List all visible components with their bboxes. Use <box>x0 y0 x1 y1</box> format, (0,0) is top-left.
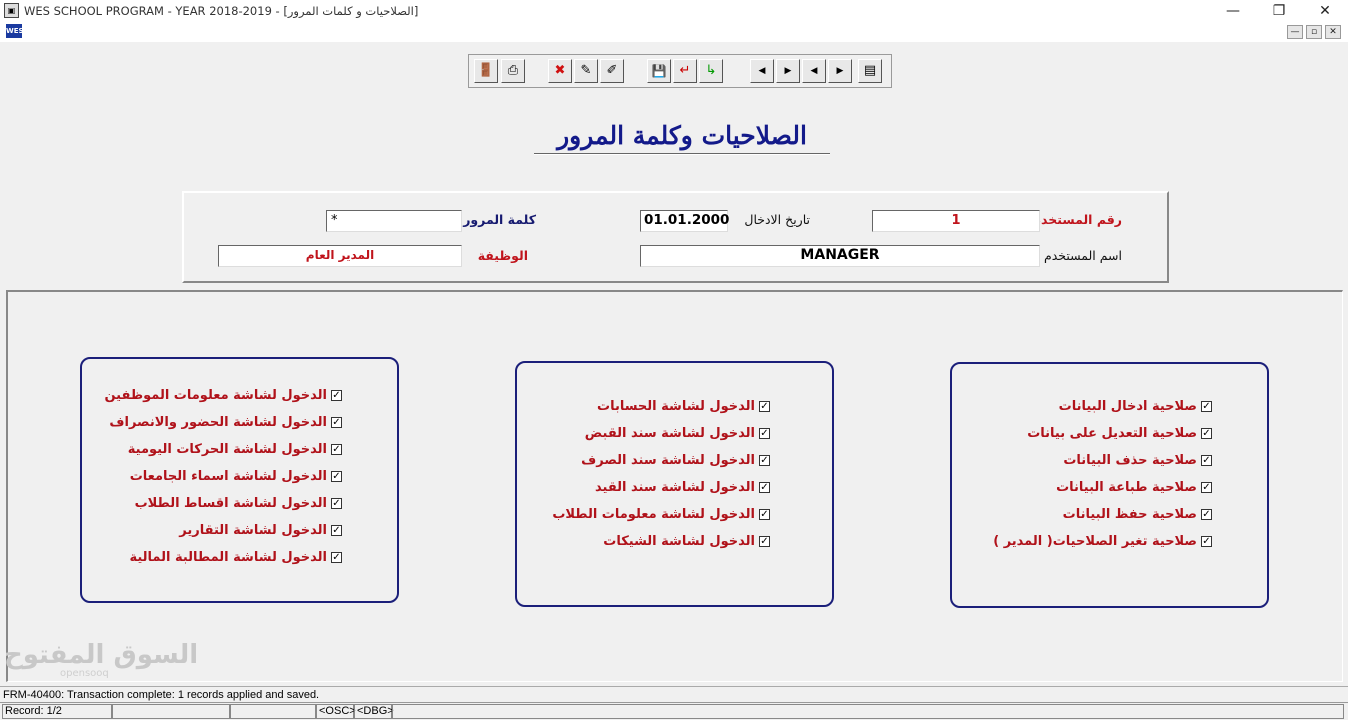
job-label: الوظيفة <box>477 248 528 263</box>
cancel-record-icon[interactable]: ↵ <box>673 59 697 83</box>
edit-icon[interactable]: ✎ <box>574 59 598 83</box>
save-icon[interactable]: 💾 <box>647 59 671 83</box>
checkbox-checked-icon[interactable]: ✓ <box>759 509 770 520</box>
user-number-field[interactable]: 1 <box>872 210 1040 232</box>
permission-change-permissions[interactable]: ✓صلاحية تغير الصلاحيات( المدير ) <box>962 533 1212 551</box>
mdi-close-button[interactable]: ✕ <box>1325 25 1341 39</box>
user-name-field[interactable]: MANAGER <box>640 245 1040 267</box>
osc-indicator: <OSC> <box>316 704 356 719</box>
checkbox-checked-icon[interactable]: ✓ <box>759 401 770 412</box>
entry-date-label: تاريخ الادخال <box>744 212 810 227</box>
checkbox-checked-icon[interactable]: ✓ <box>331 471 342 482</box>
checkbox-checked-icon[interactable]: ✓ <box>331 390 342 401</box>
query-icon[interactable]: ✐ <box>600 59 624 83</box>
record-indicator: Record: 1/2 <box>2 704 112 719</box>
access-daily-transactions-screen[interactable]: ✓الدخول لشاشة الحركات اليومية <box>100 441 342 459</box>
checkbox-checked-icon[interactable]: ✓ <box>1201 401 1212 412</box>
minimize-button[interactable]: — <box>1210 0 1256 22</box>
dbg-indicator: <DBG> <box>354 704 394 719</box>
access-financial-claim-screen[interactable]: ✓الدخول لشاشة المطالبة المالية <box>100 549 342 567</box>
user-number-label: رقم المستخدم <box>1031 212 1122 227</box>
status-cell-empty-2 <box>230 704 316 719</box>
exit-door-icon[interactable]: 🚪 <box>474 59 498 83</box>
access-payment-voucher-screen[interactable]: ✓الدخول لشاشة سند الصرف <box>530 452 770 470</box>
watermark-subtext: opensooq <box>60 668 109 679</box>
delete-icon[interactable]: ✖ <box>548 59 572 83</box>
document-icon: WES <box>6 24 24 38</box>
permission-delete[interactable]: ✓صلاحية حذف البيانات <box>962 452 1212 470</box>
admin-screens-list: ✓الدخول لشاشة معلومات الموظفين ✓الدخول ل… <box>100 387 342 567</box>
checkbox-checked-icon[interactable]: ✓ <box>759 536 770 547</box>
checkbox-checked-icon[interactable]: ✓ <box>331 552 342 563</box>
permission-print[interactable]: ✓صلاحية طباعة البيانات <box>962 479 1212 497</box>
add-record-icon[interactable]: ↳ <box>699 59 723 83</box>
checkbox-checked-icon[interactable]: ✓ <box>759 428 770 439</box>
toolbar: 🚪 ⎙ ✖ ✎ ✐ 💾 ↵ ↳ ◀ ▶ ◀ ▶ ▤ <box>468 54 892 88</box>
mdi-restore-button[interactable]: ▫ <box>1306 25 1322 39</box>
title-underline <box>534 153 830 155</box>
window-title: WES SCHOOL PROGRAM - YEAR 2018-2019 - [ا… <box>24 4 419 18</box>
checkbox-checked-icon[interactable]: ✓ <box>1201 428 1212 439</box>
access-journal-voucher-screen[interactable]: ✓الدخول لشاشة سند القيد <box>530 479 770 497</box>
page-title: الصلاحيات وكلمة المرور <box>557 121 807 150</box>
data-permissions-list: ✓صلاحية ادخال البيانات ✓صلاحية التعديل ع… <box>962 398 1212 551</box>
permission-insert[interactable]: ✓صلاحية ادخال البيانات <box>962 398 1212 416</box>
access-student-info-screen[interactable]: ✓الدخول لشاشة معلومات الطلاب <box>530 506 770 524</box>
permission-save[interactable]: ✓صلاحية حفظ البيانات <box>962 506 1212 524</box>
checkbox-checked-icon[interactable]: ✓ <box>331 525 342 536</box>
checkbox-checked-icon[interactable]: ✓ <box>759 482 770 493</box>
app-icon: ▣ <box>4 3 19 18</box>
first-record-icon[interactable]: ◀ <box>750 59 774 83</box>
access-accounts-screen[interactable]: ✓الدخول لشاشة الحسابات <box>530 398 770 416</box>
checkbox-checked-icon[interactable]: ✓ <box>1201 536 1212 547</box>
checkbox-checked-icon[interactable]: ✓ <box>331 498 342 509</box>
password-label: كلمة المرور <box>463 212 536 227</box>
mdi-control-row: WES — ▫ ✕ <box>0 22 1348 42</box>
next-record-icon[interactable]: ▶ <box>776 59 800 83</box>
list-values-icon[interactable]: ▤ <box>858 59 882 83</box>
watermark-logo: السوق المفتوح <box>4 640 199 670</box>
status-cell-empty <box>112 704 230 719</box>
checkbox-checked-icon[interactable]: ✓ <box>331 444 342 455</box>
window-titlebar: ▣ WES SCHOOL PROGRAM - YEAR 2018-2019 - … <box>0 0 1348 22</box>
access-student-installments-screen[interactable]: ✓الدخول لشاشة اقساط الطلاب <box>100 495 342 513</box>
job-field[interactable]: المدير العام <box>218 245 462 267</box>
checkbox-checked-icon[interactable]: ✓ <box>1201 509 1212 520</box>
finance-screens-list: ✓الدخول لشاشة الحسابات ✓الدخول لشاشة سند… <box>530 398 770 551</box>
permission-update[interactable]: ✓صلاحية التعديل على بيانات <box>962 425 1212 443</box>
checkbox-checked-icon[interactable]: ✓ <box>1201 482 1212 493</box>
restore-button[interactable]: ❐ <box>1256 0 1302 22</box>
status-cell-filler <box>392 704 1344 719</box>
access-cheques-screen[interactable]: ✓الدخول لشاشة الشيكات <box>530 533 770 551</box>
password-field[interactable]: * <box>326 210 462 232</box>
message-line: FRM-40400: Transaction complete: 1 recor… <box>0 686 1348 702</box>
user-header-panel <box>182 191 1169 283</box>
status-bar: Record: 1/2 <OSC> <DBG> <box>0 702 1348 720</box>
access-universities-screen[interactable]: ✓الدخول لشاشة اسماء الجامعات <box>100 468 342 486</box>
checkbox-checked-icon[interactable]: ✓ <box>1201 455 1212 466</box>
access-receipt-voucher-screen[interactable]: ✓الدخول لشاشة سند القبض <box>530 425 770 443</box>
checkbox-checked-icon[interactable]: ✓ <box>759 455 770 466</box>
print-icon[interactable]: ⎙ <box>501 59 525 83</box>
access-reports-screen[interactable]: ✓الدخول لشاشة التقارير <box>100 522 342 540</box>
close-button[interactable]: ✕ <box>1302 0 1348 22</box>
access-employee-info-screen[interactable]: ✓الدخول لشاشة معلومات الموظفين <box>100 387 342 405</box>
mdi-minimize-button[interactable]: — <box>1287 25 1303 39</box>
user-name-label: اسم المستخدم <box>1043 248 1122 263</box>
entry-date-field[interactable]: 01.01.2000 <box>640 210 729 232</box>
access-attendance-screen[interactable]: ✓الدخول لشاشة الحضور والانصراف <box>100 414 342 432</box>
previous-record-icon[interactable]: ◀ <box>802 59 826 83</box>
last-record-icon[interactable]: ▶ <box>828 59 852 83</box>
checkbox-checked-icon[interactable]: ✓ <box>331 417 342 428</box>
